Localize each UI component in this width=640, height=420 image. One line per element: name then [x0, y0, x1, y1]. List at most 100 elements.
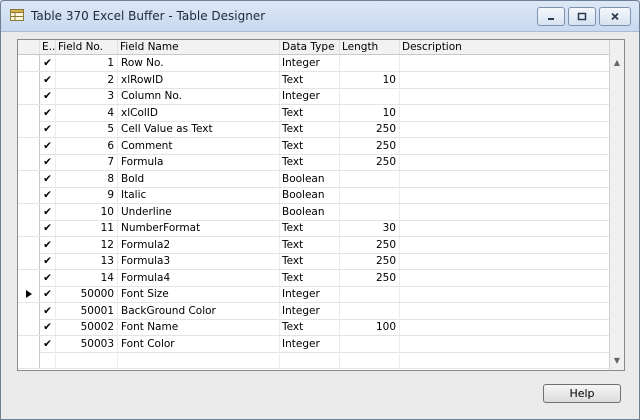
- field-name-cell[interactable]: Underline: [118, 203, 280, 220]
- field-no-cell[interactable]: 50002: [56, 319, 118, 335]
- field-name-cell[interactable]: Row No.: [118, 55, 280, 71]
- length-cell[interactable]: [340, 203, 400, 220]
- field-name-cell[interactable]: Bold: [118, 170, 280, 187]
- enabled-cell[interactable]: ✔: [40, 137, 56, 154]
- row-selector[interactable]: [18, 286, 40, 302]
- enabled-cell[interactable]: ✔: [40, 55, 56, 71]
- table-row[interactable]: ✔ 50003 Font Color Integer: [18, 335, 610, 353]
- title-bar[interactable]: Table 370 Excel Buffer - Table Designer: [1, 1, 639, 32]
- field-name-cell[interactable]: Font Name: [118, 319, 280, 335]
- description-cell[interactable]: [400, 286, 610, 302]
- field-name-cell[interactable]: [118, 352, 280, 368]
- row-selector[interactable]: [18, 269, 40, 286]
- field-name-cell[interactable]: Formula4: [118, 269, 280, 286]
- enabled-cell[interactable]: ✔: [40, 71, 56, 88]
- field-no-cell[interactable]: 9: [56, 187, 118, 203]
- length-cell[interactable]: [340, 88, 400, 104]
- table-row[interactable]: ✔ 50000 Font Size Integer: [18, 286, 610, 303]
- length-cell[interactable]: 10: [340, 71, 400, 88]
- description-cell[interactable]: [400, 88, 610, 104]
- field-no-cell[interactable]: 50000: [56, 286, 118, 302]
- table-row[interactable]: ✔ 2 xlRowID Text 10: [18, 71, 610, 89]
- field-no-cell[interactable]: 12: [56, 236, 118, 253]
- description-cell[interactable]: [400, 237, 610, 253]
- table-row[interactable]: [18, 352, 610, 369]
- row-selector[interactable]: [18, 187, 40, 203]
- enabled-cell[interactable]: ✔: [40, 121, 56, 137]
- description-cell[interactable]: [400, 319, 610, 335]
- table-row[interactable]: ✔ 6 Comment Text 250: [18, 137, 610, 155]
- row-selector[interactable]: [18, 71, 40, 88]
- table-row[interactable]: ✔ 3 Column No. Integer: [18, 88, 610, 105]
- enabled-cell[interactable]: ✔: [40, 154, 56, 170]
- data-type-cell[interactable]: Boolean: [280, 187, 340, 203]
- field-name-cell[interactable]: xlColID: [118, 104, 280, 121]
- header-field-no[interactable]: Field No.: [56, 40, 118, 54]
- length-cell[interactable]: [340, 335, 400, 352]
- description-cell[interactable]: [400, 187, 610, 203]
- length-cell[interactable]: 250: [340, 269, 400, 286]
- enabled-cell[interactable]: ✔: [40, 170, 56, 187]
- field-name-cell[interactable]: Column No.: [118, 88, 280, 104]
- field-name-cell[interactable]: NumberFormat: [118, 220, 280, 236]
- data-type-cell[interactable]: Integer: [280, 302, 340, 319]
- length-cell[interactable]: [340, 352, 400, 368]
- enabled-cell[interactable]: ✔: [40, 88, 56, 104]
- table-row[interactable]: ✔ 10 Underline Boolean: [18, 203, 610, 221]
- description-cell[interactable]: [400, 253, 610, 269]
- data-type-cell[interactable]: Text: [280, 154, 340, 170]
- length-cell[interactable]: [340, 170, 400, 187]
- enabled-cell[interactable]: ✔: [40, 269, 56, 286]
- field-name-cell[interactable]: Formula2: [118, 236, 280, 253]
- enabled-cell[interactable]: ✔: [40, 220, 56, 236]
- length-cell[interactable]: 30: [340, 220, 400, 236]
- table-row[interactable]: ✔ 50001 BackGround Color Integer: [18, 302, 610, 320]
- row-selector[interactable]: [18, 55, 40, 71]
- field-no-cell[interactable]: 1: [56, 55, 118, 71]
- table-row[interactable]: ✔ 14 Formula4 Text 250: [18, 269, 610, 287]
- table-row[interactable]: ✔ 9 Italic Boolean: [18, 187, 610, 204]
- field-no-cell[interactable]: 10: [56, 203, 118, 220]
- row-selector[interactable]: [18, 170, 40, 187]
- data-type-cell[interactable]: Text: [280, 319, 340, 335]
- enabled-cell[interactable]: [40, 352, 56, 368]
- length-cell[interactable]: 250: [340, 154, 400, 170]
- field-name-cell[interactable]: Italic: [118, 187, 280, 203]
- fields-grid[interactable]: E.. Field No. Field Name Data Type Lengt…: [17, 39, 625, 371]
- length-cell[interactable]: [340, 286, 400, 302]
- table-row[interactable]: ✔ 50002 Font Name Text 100: [18, 319, 610, 336]
- vertical-scrollbar[interactable]: ▲ ▼: [609, 40, 624, 370]
- description-cell[interactable]: [400, 204, 610, 220]
- length-cell[interactable]: 250: [340, 121, 400, 137]
- data-type-cell[interactable]: Boolean: [280, 170, 340, 187]
- header-description[interactable]: Description: [400, 40, 610, 54]
- row-selector[interactable]: [18, 121, 40, 137]
- data-type-cell[interactable]: Text: [280, 269, 340, 286]
- table-row[interactable]: ✔ 1 Row No. Integer: [18, 55, 610, 72]
- header-field-name[interactable]: Field Name: [118, 40, 280, 54]
- help-button[interactable]: Help: [543, 384, 621, 403]
- row-selector[interactable]: [18, 335, 40, 352]
- row-selector[interactable]: [18, 104, 40, 121]
- field-no-cell[interactable]: 13: [56, 253, 118, 269]
- minimize-button[interactable]: [537, 7, 565, 26]
- length-cell[interactable]: 250: [340, 137, 400, 154]
- table-row[interactable]: ✔ 8 Bold Boolean: [18, 170, 610, 188]
- data-type-cell[interactable]: Integer: [280, 335, 340, 352]
- description-cell[interactable]: [400, 336, 610, 352]
- data-type-cell[interactable]: Integer: [280, 286, 340, 302]
- description-cell[interactable]: [400, 352, 610, 368]
- table-row[interactable]: ✔ 13 Formula3 Text 250: [18, 253, 610, 270]
- field-name-cell[interactable]: Cell Value as Text: [118, 121, 280, 137]
- table-row[interactable]: ✔ 12 Formula2 Text 250: [18, 236, 610, 254]
- maximize-button[interactable]: [568, 7, 596, 26]
- field-name-cell[interactable]: Formula3: [118, 253, 280, 269]
- data-type-cell[interactable]: Text: [280, 137, 340, 154]
- row-selector[interactable]: [18, 302, 40, 319]
- enabled-cell[interactable]: ✔: [40, 319, 56, 335]
- description-cell[interactable]: [400, 303, 610, 319]
- field-name-cell[interactable]: xlRowID: [118, 71, 280, 88]
- field-no-cell[interactable]: 14: [56, 269, 118, 286]
- field-no-cell[interactable]: 3: [56, 88, 118, 104]
- data-type-cell[interactable]: Text: [280, 220, 340, 236]
